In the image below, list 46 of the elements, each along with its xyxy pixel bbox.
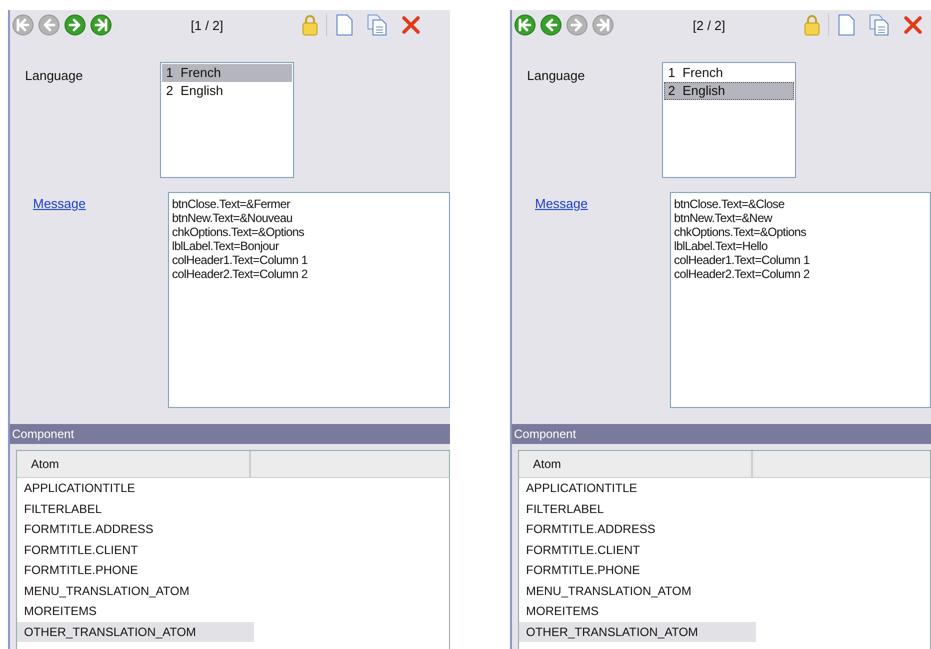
atom-row[interactable]: APPLICATIONTITLE (519, 478, 756, 498)
new-document-icon[interactable] (335, 14, 353, 36)
atom-row[interactable]: MOREITEMS (519, 601, 756, 622)
language-list[interactable]: 1 French 2 English (662, 62, 796, 178)
message-link[interactable]: Message (512, 196, 670, 408)
atom-row[interactable]: MENU_TRANSLATION_ATOM (17, 580, 254, 601)
copy-icon[interactable] (869, 14, 889, 36)
atom-list[interactable]: Atom APPLICATIONTITLE FILTERLABEL FORMTITLE.ADDRESS FORMTITLE.CLIENT FORMTITLE.PHONE MENU_TRANSLATION_ATOM MOREITEMS OTHER_TRANSLATION_ATOM (16, 450, 450, 649)
language-item[interactable]: 2 English (664, 82, 794, 100)
message-field[interactable]: btnClose.Text=&Fermer btnNew.Text=&Nouveau chkOptions.Text=&Options lblLabel.Text=Bonjour colHeader1.Text=Column 1 colHeader2.Text=Column 2 (168, 192, 450, 408)
atom-row[interactable]: OTHER_TRANSLATION_ATOM (17, 622, 254, 642)
language-item[interactable]: 1 French (664, 64, 794, 82)
atom-row[interactable]: MENU_TRANSLATION_ATOM (519, 580, 756, 601)
atom-row[interactable]: MOREITEMS (17, 601, 254, 622)
language-list[interactable]: 1 French 2 English (160, 62, 294, 178)
lock-icon[interactable] (302, 14, 318, 36)
lock-icon[interactable] (804, 14, 820, 36)
next-record-icon[interactable] (64, 14, 86, 36)
new-document-icon[interactable] (837, 14, 855, 36)
atom-row[interactable]: FORMTITLE.CLIENT (17, 540, 254, 560)
message-link[interactable]: Message (10, 196, 168, 408)
delete-icon[interactable] (401, 15, 421, 35)
language-item[interactable]: 1 French (162, 64, 292, 82)
atom-row[interactable]: FILTERLABEL (17, 498, 254, 519)
atom-row[interactable]: APPLICATIONTITLE (17, 478, 254, 498)
atom-row[interactable]: FORMTITLE.PHONE (519, 560, 756, 580)
atom-list[interactable]: Atom APPLICATIONTITLE FILTERLABEL FORMTITLE.ADDRESS FORMTITLE.CLIENT FORMTITLE.PHONE MENU_TRANSLATION_ATOM MOREITEMS OTHER_TRANSLATION_ATOM (518, 450, 931, 649)
atom-row[interactable]: FORMTITLE.CLIENT (519, 540, 756, 560)
language-label: Language (24, 68, 84, 85)
component-header: Component (10, 424, 450, 444)
language-item[interactable]: 2 English (162, 82, 292, 100)
copy-icon[interactable] (367, 14, 387, 36)
language-label: Language (526, 68, 586, 85)
atom-row[interactable]: OTHER_TRANSLATION_ATOM (519, 622, 756, 642)
message-field[interactable]: btnClose.Text=&Close btnNew.Text=&New chkOptions.Text=&Options lblLabel.Text=Hello colHeader1.Text=Column 1 colHeader2.Text=Column 2 (670, 192, 931, 408)
delete-icon[interactable] (903, 15, 923, 35)
record-counter: [2 / 2] (692, 18, 726, 32)
atom-row[interactable]: FORMTITLE.ADDRESS (17, 519, 254, 540)
atom-row[interactable]: FILTERLABEL (519, 498, 756, 519)
atom-row[interactable]: FORMTITLE.ADDRESS (519, 519, 756, 540)
record-counter: [1 / 2] (190, 18, 224, 32)
atom-row[interactable]: FORMTITLE.PHONE (17, 560, 254, 580)
previous-record-icon[interactable] (540, 14, 562, 36)
first-record-icon[interactable] (514, 14, 536, 36)
component-header: Component (512, 424, 931, 444)
last-record-icon[interactable] (90, 14, 112, 36)
